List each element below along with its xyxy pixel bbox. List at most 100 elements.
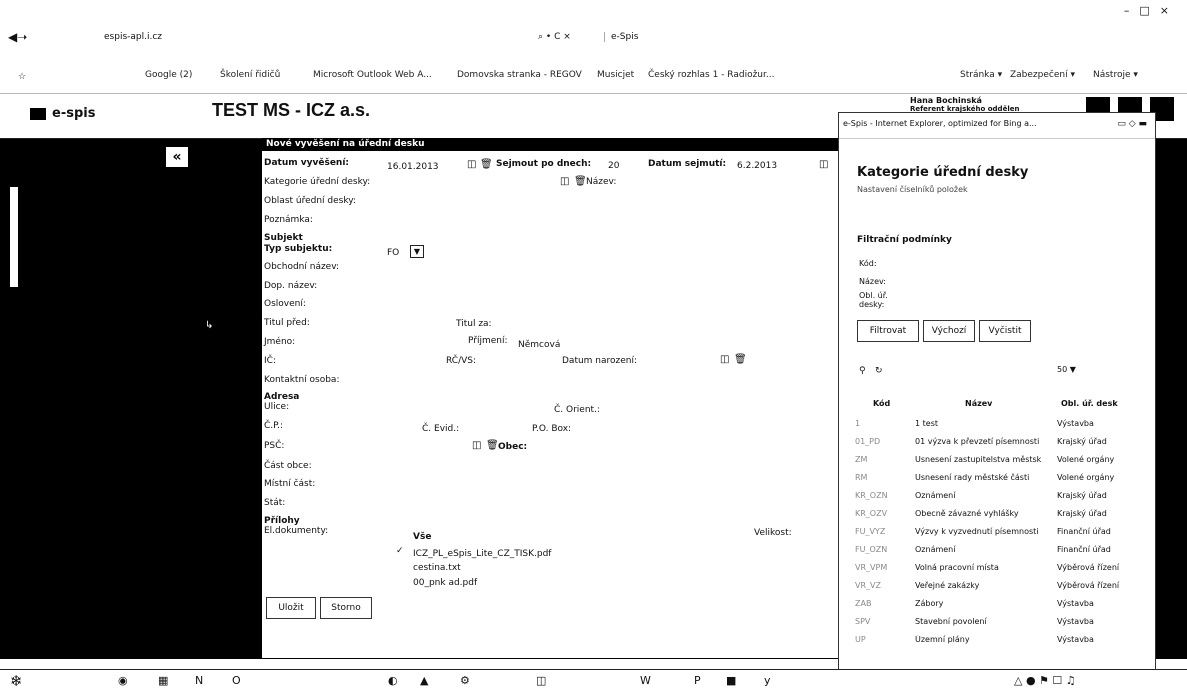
table-row[interactable]: VR_VPM Volná pracovní místa Výběrová řízen… [839,561,1155,577]
save-button[interactable]: Uložit [266,597,316,619]
collapse-button[interactable]: « [166,147,188,167]
dop-nazev-label: Dop. název: [264,281,318,291]
typ-subjektu-dropdown[interactable]: ▼ [410,245,424,258]
fav-outlook[interactable]: Microsoft Outlook Web A... [313,70,432,80]
prijmeni-field[interactable]: Němcová [518,340,560,350]
taskbar-app-icon[interactable]: ▲ [420,674,428,687]
minimize-icon[interactable]: – [1124,4,1140,17]
table-row[interactable]: ZM Usnesení zastupitelstva městsk Volené o… [839,453,1155,469]
calendar-icon[interactable]: ◫ [819,159,828,170]
table-row[interactable]: VR_VZ Veřejné zakázky Výběrová řízení [839,579,1155,595]
check-icon[interactable]: ✓ [396,546,404,556]
sejmout-field[interactable]: 20 [608,161,619,171]
cell-nazev: Volná pracovní místa [915,563,999,572]
file-item[interactable]: 00_pnk ad.pdf [413,578,477,588]
taskbar-app-icon[interactable]: y [764,674,771,687]
tab-espis[interactable]: e-Spis [604,32,638,42]
datum-vyveseni-field[interactable]: 16.01.2013 [387,162,439,172]
trash-icon[interactable]: 🗑 [480,159,493,170]
trash-icon[interactable]: 🗑 [574,176,587,187]
cell-kod: 1 [855,419,861,428]
start-icon[interactable]: ❄ [10,672,23,690]
fav-skoleni[interactable]: Školení řidičů [220,70,280,80]
table-row[interactable]: UP Územní plány Výstavba [839,633,1155,649]
datum-vyveseni-label: Datum vyvěšení: [264,158,350,168]
default-button[interactable]: Výchozí [923,320,975,342]
taskbar-app-icon[interactable]: ◫ [536,674,546,687]
table-row[interactable]: SPV Stavební povolení Výstavba [839,615,1155,631]
favorites-bar: ☆ Google (2) Školení řidičů Microsoft Ou… [0,66,1187,88]
address-tools[interactable]: ⌕ • C × [538,32,571,42]
titul-pred-label: Titul před: [264,318,310,328]
table-row[interactable]: RM Usnesení rady městské části Volené orgá… [839,471,1155,487]
c-evid-label: Č. Evid.: [422,424,460,434]
favorites-star-icon[interactable]: ☆ [18,72,26,82]
address-bar[interactable]: espis-apl.i.cz [104,32,162,42]
taskbar-app-icon[interactable]: ▦ [158,674,168,687]
cell-kod: FU_OZN [855,545,888,554]
clear-button[interactable]: Vyčistit [979,320,1031,342]
prijmeni-label: Příjmení: [468,336,508,346]
cell-nazev: Územní plány [915,635,970,644]
taskbar-app-icon[interactable]: ■ [726,674,736,687]
file-item[interactable]: ICZ_PL_eSpis_Lite_CZ_TISK.pdf [413,549,551,559]
tray-icons[interactable]: △ ● ⚑ ☐ ♫ [1014,674,1076,687]
taskbar-app-icon[interactable]: ◐ [388,674,398,687]
table-row[interactable]: 1 1 test Výstavba [839,417,1155,433]
back-forward-icon[interactable]: ◀➝ [8,30,27,44]
cp-label: Č.P.: [264,421,284,431]
poznamka-label: Poznámka: [264,215,313,225]
cell-kod: VR_VPM [855,563,888,572]
close-icon[interactable]: × [1160,4,1179,17]
tool-nastroje[interactable]: Nástroje ▾ [1093,70,1138,80]
filter-title: Filtrační podmínky [857,235,952,245]
calendar-icon[interactable]: ◫ [720,354,729,365]
fav-cesky-rozhlas[interactable]: Český rozhlas 1 - Radiožur... [648,70,774,80]
new-posting-dialog: Nové vyvěšení na úřední desku Datum vyvě… [262,138,839,658]
cell-oblast: Krajský úřad [1057,491,1107,500]
tool-stranka[interactable]: Stránka ▾ [960,70,1002,80]
col-header-oblast[interactable]: Obl. úř. desk [1061,399,1155,408]
taskbar-app-icon[interactable]: W [640,674,651,687]
cancel-button[interactable]: Storno [320,597,372,619]
dialog-title: Nové vyvěšení na úřední desku [262,138,839,151]
taskbar-app-icon[interactable]: ⚙ [460,674,470,687]
typ-subjektu-label: Typ subjektu: [264,244,333,254]
col-header-nazev[interactable]: Název [965,399,992,408]
trash-icon[interactable]: 🗑 [486,440,499,451]
taskbar-app-icon[interactable]: ◉ [118,674,128,687]
taskbar-app-icon[interactable]: O [232,674,241,687]
window-controls[interactable]: –□× [1124,4,1179,17]
refresh-icon[interactable]: ↻ [875,366,883,376]
table-row[interactable]: KR_OZN Oznámení Krajský úřad [839,489,1155,505]
table-row[interactable]: 01_PD 01 výzva k převzetí písemnosti Krajs… [839,435,1155,451]
fav-google[interactable]: Google (2) [145,70,192,80]
app-logo[interactable]: e-spis [30,106,95,121]
taskbar-app-icon[interactable]: P [694,674,701,687]
datum-sejmuti-field[interactable]: 6.2.2013 [737,161,777,171]
page-size-value: 50 [1057,365,1068,374]
scrollbar[interactable] [10,187,18,287]
trash-icon[interactable]: 🗑 [734,354,747,365]
table-row[interactable]: FU_VYZ Výzvy k vyzvednutí písemnosti Finan… [839,525,1155,541]
search-icon[interactable]: ⚲ [859,366,866,376]
col-header-kod[interactable]: Kód [873,399,890,408]
table-row[interactable]: FU_OZN Oznámení Finanční úřad [839,543,1155,559]
select-icon[interactable]: ◫ [560,176,569,187]
file-item[interactable]: cestina.txt [413,563,461,573]
taskbar-app-icon[interactable]: N [195,674,203,687]
calendar-icon[interactable]: ◫ [467,159,476,170]
popup-window-controls[interactable]: ▭ ◇ ▬ [1117,119,1147,129]
fav-musicjet[interactable]: Musicjet [597,70,634,80]
fav-domovska[interactable]: Domovska stranka - REGOV [457,70,582,80]
select-icon[interactable]: ◫ [472,440,481,451]
maximize-icon[interactable]: □ [1139,4,1159,17]
table-row[interactable]: KR_OZV Obecně závazné vyhlášky Krajský úřa… [839,507,1155,523]
vse-column-header[interactable]: Vše [413,532,431,542]
page-size-select[interactable]: 50 ▼ [1057,365,1076,374]
filter-button[interactable]: Filtrovat [857,320,919,342]
tool-zabezpeceni[interactable]: Zabezpečení ▾ [1010,70,1075,80]
category-popup-window: e-Spis - Internet Explorer, optimized fo… [838,112,1156,678]
table-row[interactable]: ZAB Zábory Výstavba [839,597,1155,613]
filter-nazev-label: Název: [859,277,886,286]
